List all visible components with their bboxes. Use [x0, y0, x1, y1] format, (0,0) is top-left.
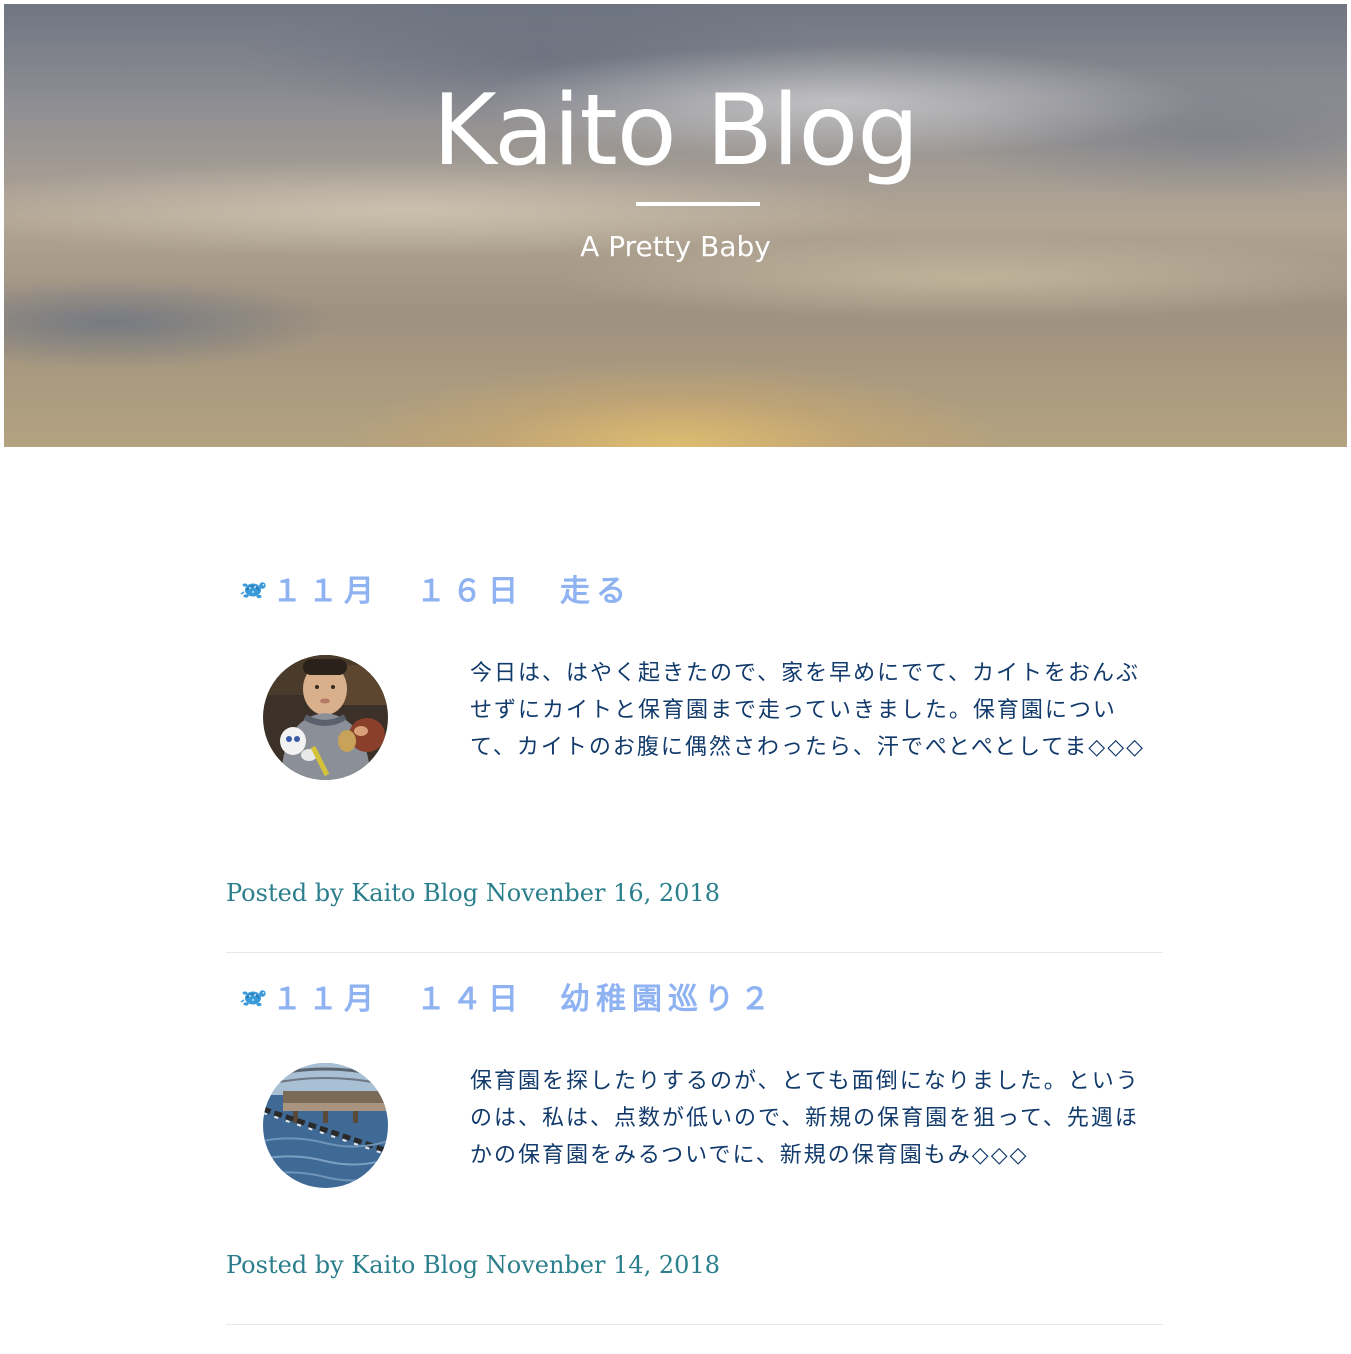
post-meta: Posted by Kaito Blog Novenber 14, 2018 [226, 1251, 720, 1279]
site-tagline: A Pretty Baby [580, 230, 771, 263]
post-thumbnail[interactable] [263, 1063, 388, 1188]
post-separator [226, 1324, 1163, 1325]
site-title[interactable]: Kaito Blog [4, 82, 1347, 180]
post-title-link[interactable]: １１月 １６日 走る [238, 568, 632, 609]
turtle-icon [240, 990, 266, 1007]
header-banner: Kaito Blog A Pretty Baby [4, 4, 1347, 447]
post-thumbnail[interactable] [263, 655, 388, 780]
post-date-link[interactable]: Novenber 16, 2018 [486, 879, 720, 907]
child-photo-image [263, 655, 388, 780]
post-title-text: １１月 １４日 幼稚園巡り２ [272, 982, 776, 1017]
post-date-link[interactable]: Novenber 14, 2018 [486, 1251, 720, 1279]
post-meta: Posted by Kaito Blog Novenber 16, 2018 [226, 879, 720, 907]
post-title-link[interactable]: １１月 １４日 幼稚園巡り２ [238, 976, 776, 1017]
posted-by-label: Posted by [226, 879, 344, 907]
post-excerpt: 保育園を探したりするのが、とても面倒になりました。というのは、私は、点数が低いの… [470, 1069, 1140, 1168]
post-author-link[interactable]: Kaito Blog [351, 1251, 478, 1279]
post-title-text: １１月 １６日 走る [272, 574, 632, 609]
turtle-icon [240, 582, 266, 599]
title-divider [636, 202, 760, 206]
posted-by-label: Posted by [226, 1251, 344, 1279]
post-separator [226, 952, 1163, 953]
post-excerpt: 今日は、はやく起きたので、家を早めにでて、カイトをおんぶせずにカイトと保育園まで… [470, 661, 1146, 760]
post-author-link[interactable]: Kaito Blog [351, 879, 478, 907]
harbor-photo-image [263, 1063, 388, 1188]
